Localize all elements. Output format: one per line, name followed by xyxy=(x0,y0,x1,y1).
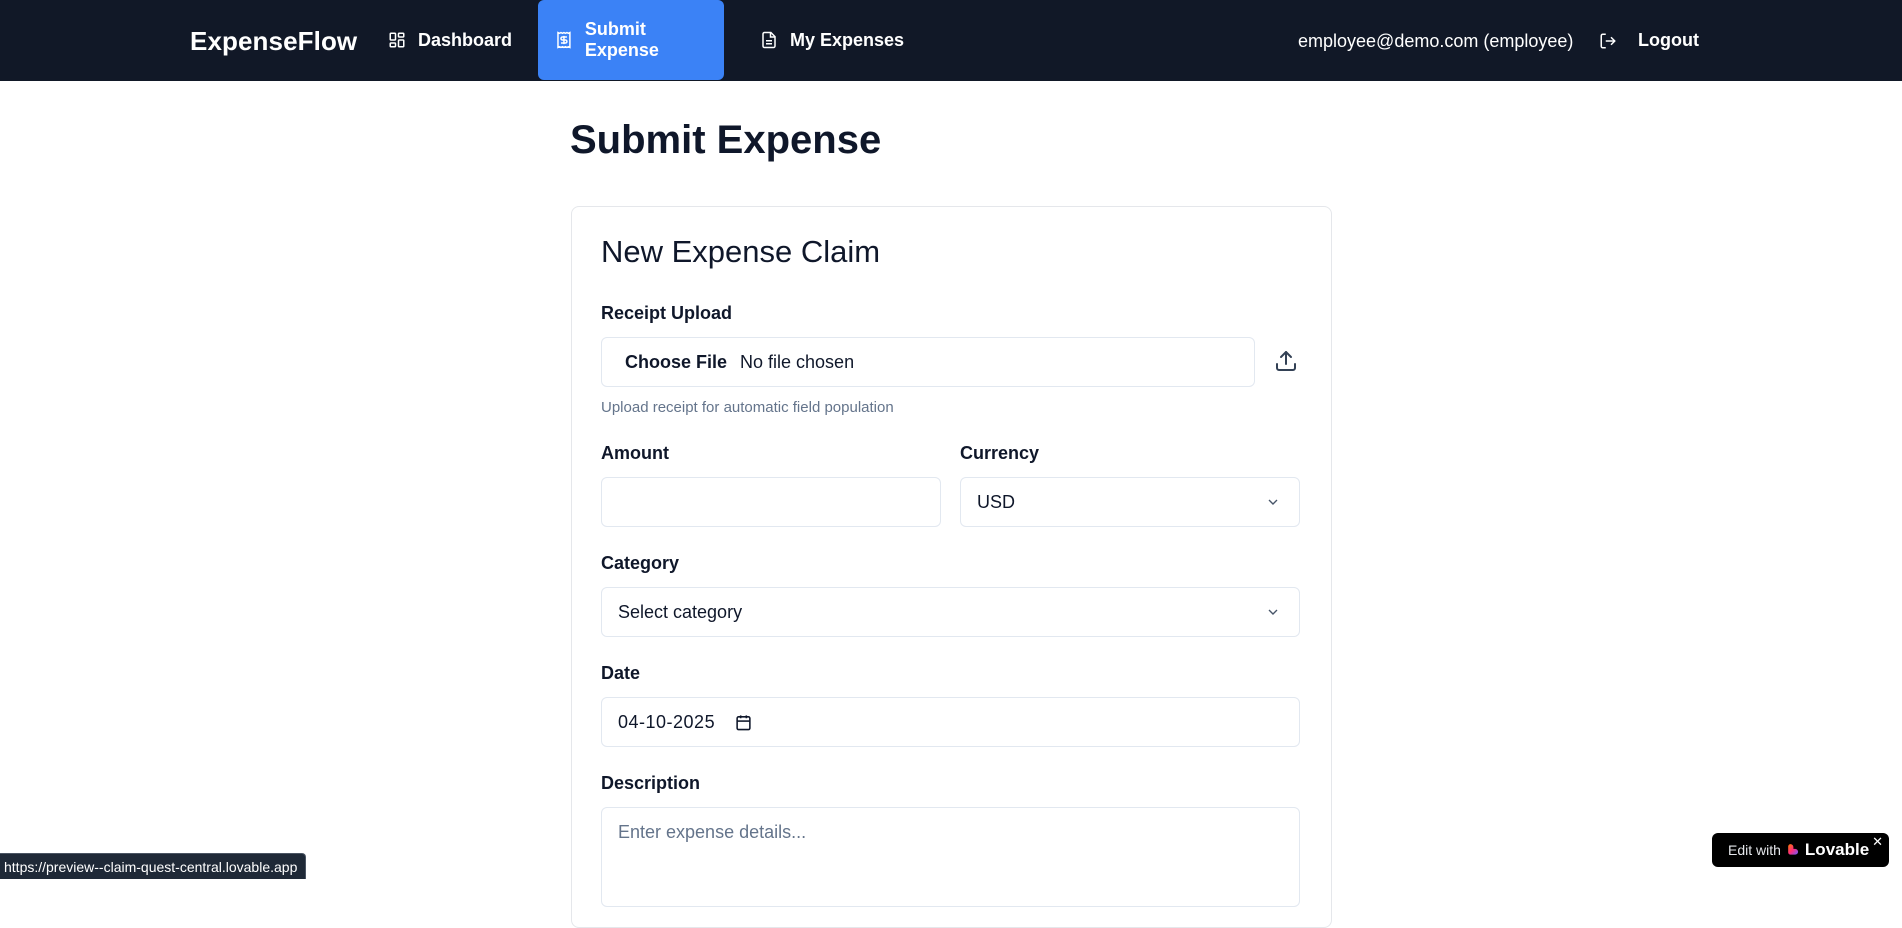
page-title: Submit Expense xyxy=(570,118,882,162)
lovable-logo-icon xyxy=(1788,844,1799,855)
user-email: employee@demo.com (employee) xyxy=(1298,31,1574,51)
date-input[interactable]: 04-10-2025 xyxy=(601,697,1300,747)
nav-item-label: My Expenses xyxy=(790,29,905,50)
amount-label: Amount xyxy=(601,443,669,463)
calendar-icon[interactable] xyxy=(735,714,752,731)
file-status: No file chosen xyxy=(740,351,855,372)
description-label: Description xyxy=(601,773,701,793)
choose-file-button[interactable]: Choose File xyxy=(625,352,727,373)
nav-item-label: Dashboard xyxy=(418,29,513,50)
upload-icon[interactable] xyxy=(1274,349,1298,378)
file-text-icon xyxy=(762,31,776,49)
description-textarea[interactable]: Enter expense details... xyxy=(601,807,1300,907)
date-label: Date xyxy=(601,663,641,683)
nav-item-my-expenses[interactable]: My Expenses xyxy=(760,0,904,80)
logout-button[interactable]: Logout xyxy=(1599,0,1699,81)
logout-icon xyxy=(1600,33,1616,48)
receipt-file-input[interactable]: Choose File No file chosen xyxy=(601,337,1255,387)
logout-label: Logout xyxy=(1638,30,1699,50)
close-icon[interactable]: ✕ xyxy=(1872,834,1883,850)
receipt-icon xyxy=(557,31,571,49)
amount-input[interactable] xyxy=(601,477,941,527)
nav-item-submit-expense[interactable]: Submit Expense xyxy=(538,0,724,80)
status-bar-url: https://preview--claim-quest-central.lov… xyxy=(0,853,307,879)
currency-value: USD xyxy=(977,491,1016,512)
lovable-badge[interactable]: Edit with Lovable ✕ xyxy=(1712,833,1889,867)
top-navbar: ExpenseFlow Dashboard Submit Expense My … xyxy=(0,0,1902,81)
date-value: 04-10-2025 xyxy=(618,711,716,732)
badge-brand: Lovable xyxy=(1804,840,1870,859)
chevron-down-icon xyxy=(1268,499,1278,505)
badge-edit-text: Edit with xyxy=(1728,842,1781,858)
currency-select[interactable]: USD xyxy=(960,477,1300,527)
nav-item-label: Submit Expense xyxy=(584,19,659,60)
layout-grid-icon xyxy=(389,32,405,48)
chevron-down-icon xyxy=(1268,609,1278,615)
receipt-helper-text: Upload receipt for automatic field popul… xyxy=(601,399,894,416)
card-title: New Expense Claim xyxy=(601,234,881,269)
nav-item-dashboard[interactable]: Dashboard xyxy=(388,0,512,80)
category-placeholder: Select category xyxy=(618,601,743,622)
category-label: Category xyxy=(601,553,680,573)
category-select[interactable]: Select category xyxy=(601,587,1300,637)
receipt-upload-label: Receipt Upload xyxy=(601,303,733,323)
brand-logo[interactable]: ExpenseFlow xyxy=(190,0,357,81)
currency-label: Currency xyxy=(960,443,1040,463)
